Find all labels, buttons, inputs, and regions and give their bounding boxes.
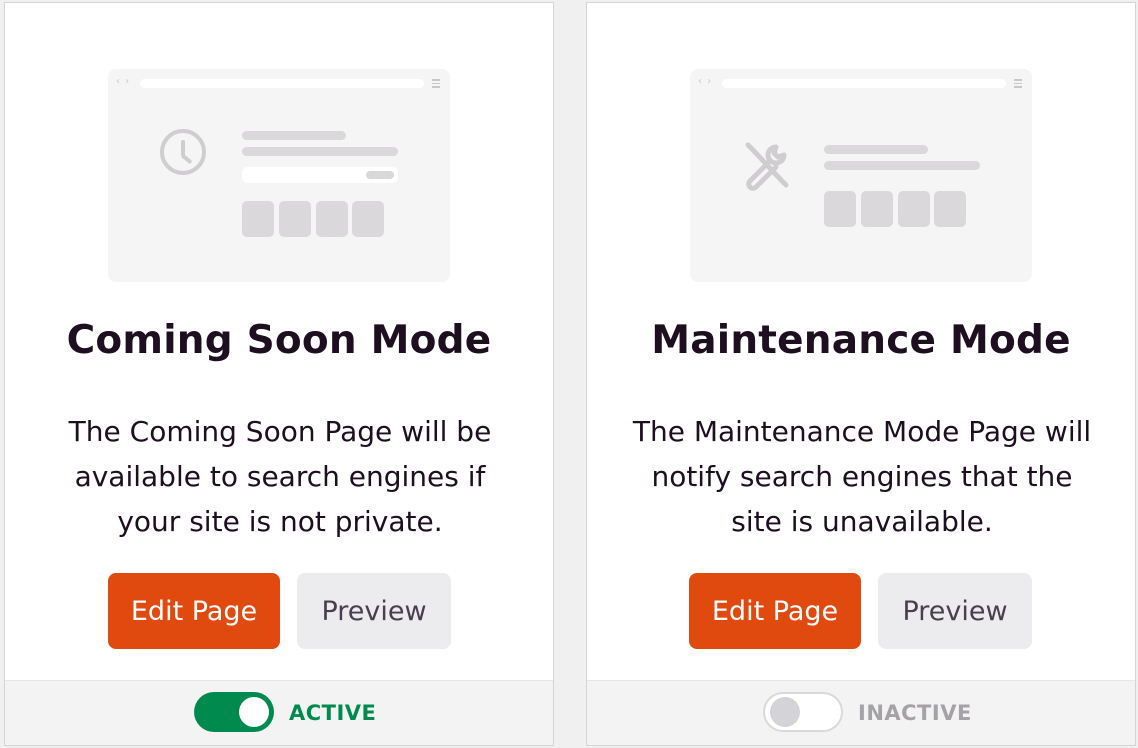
coming-soon-card: ‹ › Coming Soon Mode The Coming Soon Pag…	[4, 2, 554, 746]
browser-url-bar	[140, 79, 424, 88]
placeholder-line	[242, 147, 398, 156]
placeholder-line	[242, 131, 346, 140]
coming-soon-illustration: ‹ ›	[108, 69, 450, 282]
browser-nav-icon: ‹ ›	[116, 76, 131, 87]
card-description: The Coming Soon Page will be available t…	[68, 415, 492, 538]
browser-url-bar	[722, 79, 1006, 88]
status-label: INACTIVE	[858, 701, 972, 725]
toggle-knob	[239, 697, 269, 727]
edit-page-button[interactable]: Edit Page	[108, 573, 280, 649]
mode-toggle[interactable]	[194, 692, 274, 732]
tools-icon	[745, 142, 789, 191]
browser-menu-icon	[432, 79, 440, 88]
status-label: ACTIVE	[289, 701, 377, 725]
placeholder-line	[824, 161, 980, 170]
placeholder-box	[861, 191, 893, 227]
preview-button[interactable]: Preview	[878, 573, 1032, 649]
clock-icon	[160, 129, 206, 175]
placeholder-box	[242, 201, 274, 237]
placeholder-box	[824, 191, 856, 227]
maintenance-illustration: ‹ ›	[690, 69, 1032, 282]
placeholder-box	[316, 201, 348, 237]
card-description: The Maintenance Mode Page will notify se…	[632, 415, 1092, 538]
placeholder-box	[352, 201, 384, 237]
card-footer: INACTIVE	[587, 680, 1135, 745]
placeholder-button	[366, 171, 394, 179]
browser-nav-icon: ‹ ›	[698, 76, 713, 87]
card-title: Coming Soon Mode	[66, 318, 492, 363]
card-footer: ACTIVE	[5, 680, 553, 745]
placeholder-box	[934, 191, 966, 227]
card-title: Maintenance Mode	[651, 318, 1071, 363]
browser-menu-icon	[1014, 79, 1022, 88]
mode-toggle[interactable]	[763, 692, 843, 732]
maintenance-card: ‹ › Maintenance Mode The Maintenance Mod…	[586, 2, 1136, 746]
preview-button[interactable]: Preview	[297, 573, 451, 649]
toggle-knob	[770, 697, 800, 727]
placeholder-box	[279, 201, 311, 237]
edit-page-button[interactable]: Edit Page	[689, 573, 861, 649]
placeholder-line	[824, 145, 928, 154]
placeholder-box	[898, 191, 930, 227]
